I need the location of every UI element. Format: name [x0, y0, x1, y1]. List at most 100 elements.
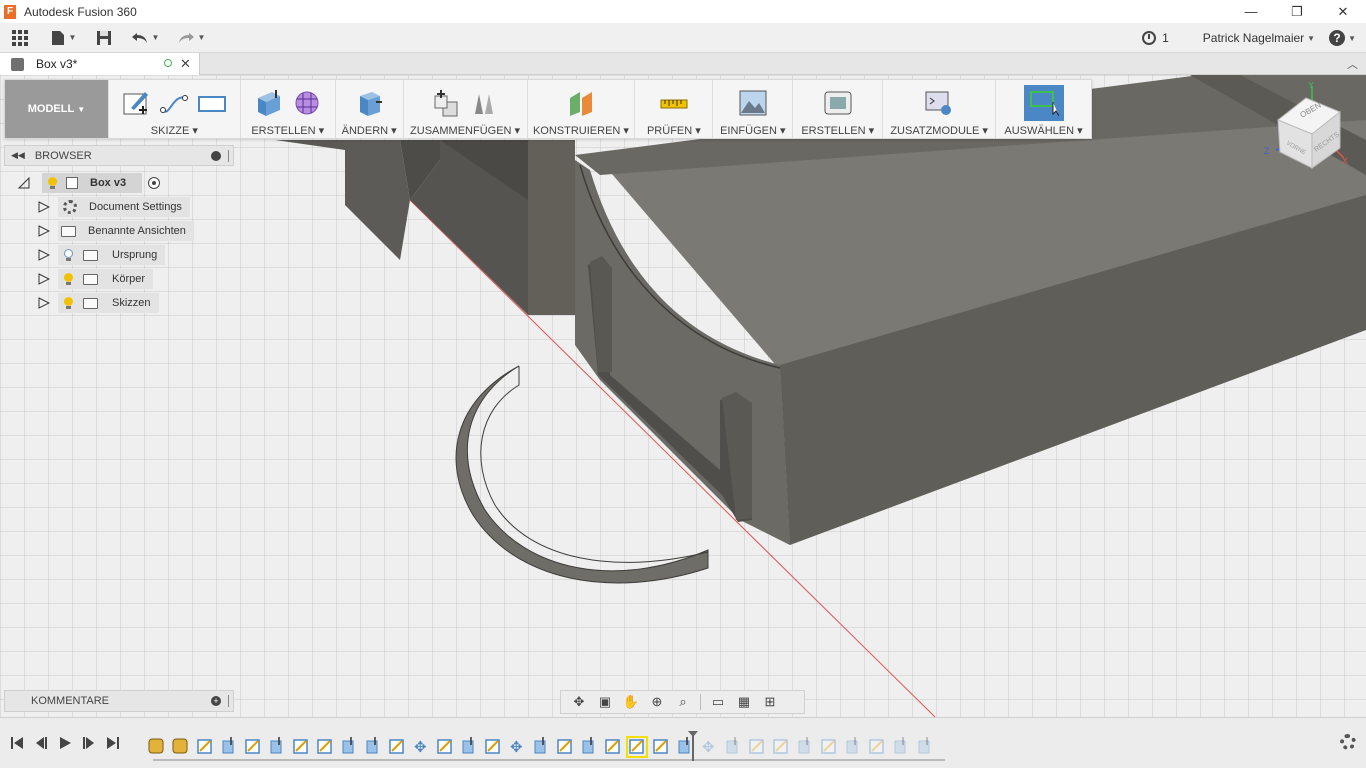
ribbon-group-inspect-label[interactable]: PRÜFEN ▾	[647, 124, 701, 137]
timeline-track[interactable]: ✥ ✥ ✥	[145, 731, 955, 761]
user-menu[interactable]: Patrick Nagelmaier ▼	[1203, 31, 1315, 45]
go-to-end-button[interactable]	[104, 734, 122, 752]
timeline-feature-sketch-sel-icon[interactable]	[626, 736, 648, 758]
select-tool-button[interactable]	[1023, 85, 1064, 121]
document-settings-chip[interactable]: Document Settings	[58, 197, 190, 217]
timeline-feature-sketch-icon[interactable]	[557, 739, 572, 754]
offset-plane-icon[interactable]	[566, 88, 596, 118]
root-chip[interactable]: Box v3	[42, 173, 143, 193]
activate-component-icon[interactable]	[148, 177, 161, 189]
timeline-feature-move-icon[interactable]: ✥	[414, 739, 427, 756]
collapse-icon[interactable]: ︿	[1347, 56, 1358, 72]
redo-button[interactable]: ▼	[168, 23, 214, 53]
visibility-bulb-icon[interactable]	[63, 248, 74, 262]
timeline-feature-sketch-icon[interactable]	[869, 739, 884, 754]
timeline-feature-extrude-icon[interactable]	[582, 737, 594, 754]
spline-icon[interactable]	[159, 88, 189, 118]
data-panel-button[interactable]	[0, 23, 40, 53]
extrude-icon[interactable]	[254, 88, 284, 118]
ribbon-group-addins-label[interactable]: ZUSATZMODULE ▾	[890, 124, 988, 137]
pan-icon[interactable]: ✋	[619, 692, 643, 712]
press-pull-icon[interactable]	[354, 88, 384, 118]
collapsed-triangle-icon[interactable]	[38, 201, 50, 213]
timeline-feature-sketch-icon[interactable]	[245, 739, 260, 754]
job-status-button[interactable]: 1	[1142, 31, 1169, 45]
timeline-feature-extrude-icon[interactable]	[678, 737, 690, 754]
named-views-chip[interactable]: Benannte Ansichten	[58, 221, 194, 241]
timeline-feature-sketch-icon[interactable]	[773, 739, 788, 754]
ribbon-group-sketch-label[interactable]: SKIZZE ▾	[151, 124, 198, 137]
timeline-feature-sketch-icon[interactable]	[389, 739, 404, 754]
collapsed-triangle-icon[interactable]	[38, 225, 50, 237]
timeline-feature-move-icon[interactable]: ✥	[702, 739, 715, 756]
grid-settings-icon[interactable]: ▦	[732, 692, 756, 712]
orbit-icon[interactable]: ✥	[567, 692, 591, 712]
ribbon-group-modify-label[interactable]: ÄNDERN ▾	[342, 124, 397, 137]
comments-header[interactable]: KOMMENTARE +	[4, 690, 234, 712]
close-button[interactable]: ✕	[1320, 0, 1366, 23]
insert-image-icon[interactable]	[738, 88, 768, 118]
scripts-addins-icon[interactable]	[924, 88, 954, 118]
ribbon-group-insert-label[interactable]: EINFÜGEN ▾	[720, 124, 785, 137]
timeline-feature-extrude-icon[interactable]	[462, 737, 474, 754]
bodies-chip[interactable]: Körper	[58, 269, 154, 289]
joint-icon[interactable]	[469, 88, 499, 118]
visibility-bulb-icon[interactable]	[63, 296, 74, 310]
timeline-feature-body-icon[interactable]	[172, 738, 188, 754]
restore-button[interactable]: ❐	[1274, 0, 1320, 23]
tree-root[interactable]: Box v3	[18, 173, 161, 193]
rectangle-icon[interactable]	[197, 88, 227, 118]
collapsed-triangle-icon[interactable]	[38, 249, 50, 261]
form-icon[interactable]	[292, 88, 322, 118]
step-forward-button[interactable]	[80, 734, 98, 752]
timeline-feature-sketch-icon[interactable]	[293, 739, 308, 754]
display-settings-icon[interactable]: ▭	[706, 692, 730, 712]
file-menu-button[interactable]: ▼	[40, 23, 86, 53]
timeline-feature-extrude-icon[interactable]	[534, 737, 546, 754]
timeline-feature-sketch-icon[interactable]	[485, 739, 500, 754]
go-to-start-button[interactable]	[8, 734, 26, 752]
timeline-feature-sketch-icon[interactable]	[437, 739, 452, 754]
panel-grip-icon[interactable]	[228, 150, 230, 162]
timeline-feature-sketch-icon[interactable]	[821, 739, 836, 754]
tree-item-named-views[interactable]: Benannte Ansichten	[38, 221, 194, 241]
render-icon[interactable]	[823, 88, 853, 118]
visibility-bulb-icon[interactable]	[47, 176, 58, 190]
timeline-feature-extrude-icon[interactable]	[222, 737, 234, 754]
collapsed-triangle-icon[interactable]	[38, 273, 50, 285]
tree-item-bodies[interactable]: Körper	[38, 269, 154, 289]
ribbon-group-create-label[interactable]: ERSTELLEN ▾	[251, 124, 324, 137]
collapse-browser-icon[interactable]: ◀◀	[11, 150, 25, 161]
zoom-icon[interactable]: ⊕	[645, 692, 669, 712]
timeline-feature-body-icon[interactable]	[148, 738, 164, 754]
panel-grip-icon[interactable]	[228, 695, 230, 707]
timeline-feature-extrude-icon[interactable]	[918, 737, 930, 754]
save-button[interactable]	[86, 23, 122, 53]
timeline-feature-combine-icon[interactable]	[726, 737, 738, 754]
ribbon-group-select-label[interactable]: AUSWÄHLEN ▾	[1004, 124, 1082, 137]
origin-chip[interactable]: Ursprung	[58, 245, 166, 265]
viewcube[interactable]: OBEN VORNE RECHTS Y Z X	[1262, 80, 1352, 172]
canvas-viewport[interactable]	[0, 75, 1366, 717]
document-tab[interactable]: Box v3* ✕	[0, 53, 200, 75]
close-tab-button[interactable]: ✕	[180, 56, 191, 72]
viewports-icon[interactable]: ⊞	[758, 692, 782, 712]
add-comment-icon[interactable]: +	[211, 696, 221, 706]
timeline-feature-extrude-icon[interactable]	[894, 737, 906, 754]
timeline-feature-sketch-icon[interactable]	[749, 739, 764, 754]
ribbon-group-assemble-label[interactable]: ZUSAMMENFÜGEN ▾	[410, 124, 520, 137]
tree-item-origin[interactable]: Ursprung	[38, 245, 166, 265]
minimize-button[interactable]: —	[1228, 0, 1274, 23]
help-button[interactable]: ? ▼	[1329, 30, 1356, 46]
collapsed-triangle-icon[interactable]	[38, 297, 50, 309]
measure-icon[interactable]	[659, 88, 689, 118]
timeline-feature-sketch-icon[interactable]	[605, 739, 620, 754]
timeline-settings-icon[interactable]	[1340, 734, 1356, 750]
tree-item-sketches[interactable]: Skizzen	[38, 293, 159, 313]
browser-header[interactable]: ◀◀ BROWSER	[4, 145, 234, 166]
timeline-feature-sketch-icon[interactable]	[317, 739, 332, 754]
timeline-feature-extrude-icon[interactable]	[846, 737, 858, 754]
timeline-feature-extrude-icon[interactable]	[270, 737, 282, 754]
timeline-feature-extrude-icon[interactable]	[798, 737, 810, 754]
undo-button[interactable]: ▼	[122, 23, 168, 53]
